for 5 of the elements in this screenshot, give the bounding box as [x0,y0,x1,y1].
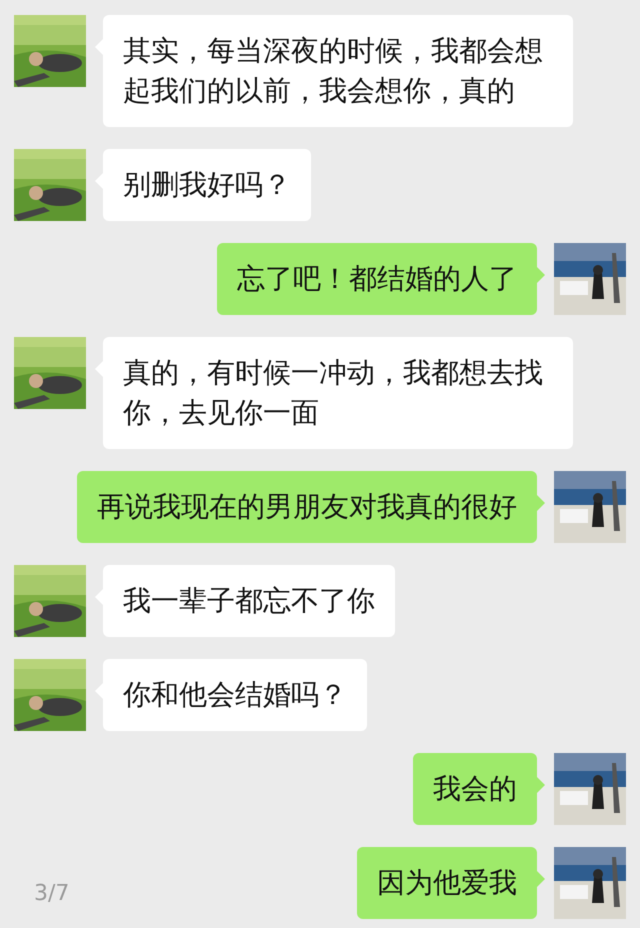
bubble-tail-icon [537,871,545,887]
bubble-tail-icon [537,777,545,793]
page-counter: 3/7 [34,881,70,906]
bubble-tail-icon [537,267,545,283]
bubble-tail-icon [537,495,545,511]
